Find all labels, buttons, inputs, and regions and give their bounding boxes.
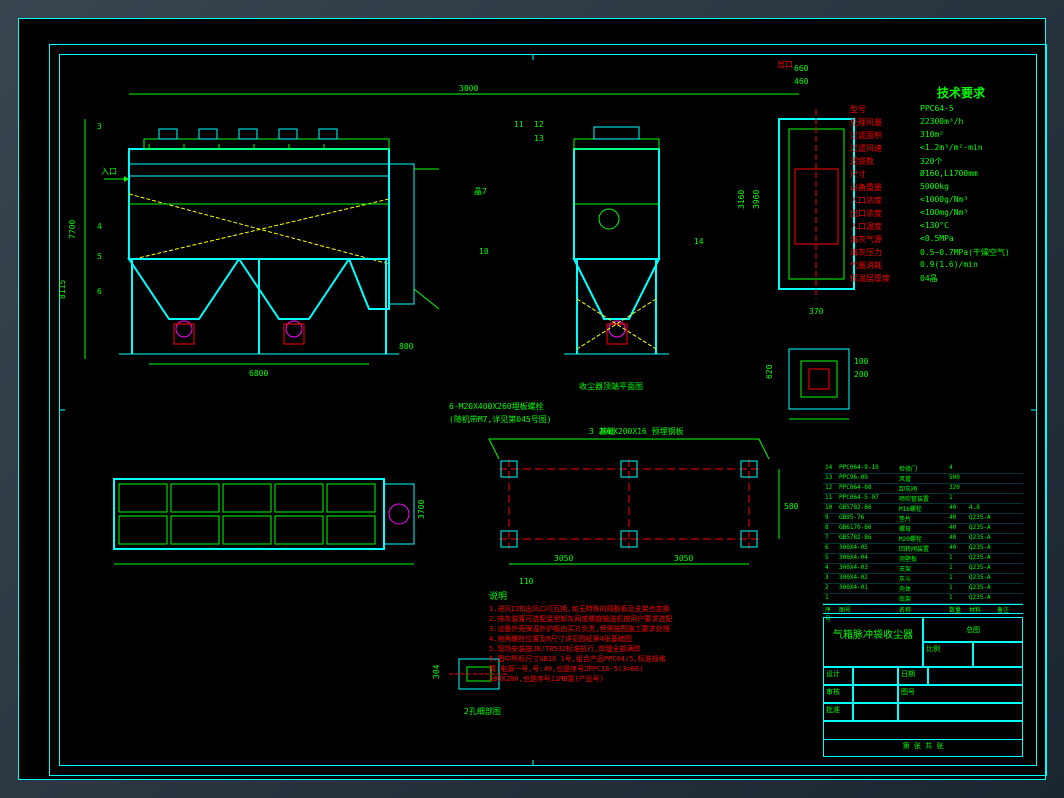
svg-text:出口: 出口 (777, 59, 793, 69)
svg-text:基础: 基础 (599, 426, 615, 436)
svg-text:3960: 3960 (752, 190, 761, 209)
svg-text:8115: 8115 (58, 280, 67, 299)
bom-table: 14PPC064-9-10检修门4 13PPC96-09风管500 12PPC0… (823, 464, 1023, 614)
bom-row: 12PPC064-08卸灰阀320 (823, 484, 1023, 494)
svg-text:11: 11 (514, 120, 524, 129)
svg-text:3050: 3050 (674, 554, 693, 563)
bolt-note2: (随机带M7,详见第045号图) (449, 414, 552, 424)
svg-text:460: 460 (794, 77, 809, 86)
svg-text:3700: 3700 (417, 500, 426, 519)
svg-text:4: 4 (97, 222, 102, 231)
cad-canvas: 入口 3000 7700 8115 6800 800 3 4 5 6 11 12… (18, 18, 1046, 780)
svg-text:200: 200 (854, 370, 869, 379)
bom-row: 8GB6170-86螺母40Q235-A (823, 524, 1023, 534)
svg-text:580: 580 (784, 502, 799, 511)
svg-text:13: 13 (534, 134, 544, 143)
bom-row: 2300X4-01壳体1Q235-A (823, 584, 1023, 594)
bom-row: 10GB5782-86M16螺栓404.8 (823, 504, 1023, 514)
svg-text:2孔细部图: 2孔细部图 (464, 706, 501, 716)
svg-text:304: 304 (432, 664, 441, 679)
bom-row: 9GB95-76垫片40Q235-A (823, 514, 1023, 524)
svg-text:800: 800 (399, 342, 414, 351)
title-block: 气箱脉冲袋收尘器 总图 比例 设计 日期 审核 图号 批准 第 张 共 张 (823, 617, 1023, 757)
svg-text:660: 660 (794, 64, 809, 73)
top-view: 3700 (114, 479, 426, 564)
svg-text:收尘器顶端平面图: 收尘器顶端平面图 (579, 381, 643, 391)
main-dims: 3000 7700 8115 6800 800 3 4 5 6 11 12 13… (58, 84, 799, 378)
svg-text:3000: 3000 (459, 84, 478, 93)
svg-text:3050: 3050 (554, 554, 573, 563)
bolt-note: 6-M20X400X260埋板螺栓 (449, 401, 544, 411)
tech-req-title: 技术要求 (937, 84, 985, 101)
svg-text:3160: 3160 (737, 190, 746, 209)
inlet-label: 入口 (101, 167, 117, 176)
bom-row: 14PPC064-9-10检修门4 (823, 464, 1023, 474)
svg-text:3: 3 (97, 122, 102, 131)
svg-text:14: 14 (694, 237, 704, 246)
bom-row: 4300X4-03支架1Q235-A (823, 564, 1023, 574)
svg-text:6: 6 (97, 287, 102, 296)
main-elevation: 入口 (101, 129, 439, 354)
bom-row: 13PPC96-09风管500 (823, 474, 1023, 484)
bom-row: 7GB5782-86M20螺栓40Q235-A (823, 534, 1023, 544)
bom-row: 6300X4-05回转阀装置40Q235-A (823, 544, 1023, 554)
svg-text:6800: 6800 (249, 369, 268, 378)
svg-text:7700: 7700 (68, 220, 77, 239)
svg-text:100: 100 (854, 357, 869, 366)
svg-text:10: 10 (479, 247, 489, 256)
svg-text:12: 12 (534, 120, 544, 129)
bom-row: 3300X4-02灰斗1Q235-A (823, 574, 1023, 584)
side-elevation: 14 收尘器顶端平面图 (564, 127, 704, 391)
svg-text:110: 110 (519, 577, 534, 586)
svg-text:370: 370 (809, 307, 824, 316)
bom-row: 1底架1Q235-A (823, 594, 1023, 604)
spec-table: 型号PPC64·5 处理风量22300m³/h 过滤面积310m² 过滤风速<1… (850, 104, 1015, 286)
svg-text:晶7: 晶7 (474, 187, 487, 196)
svg-text:5: 5 (97, 252, 102, 261)
anchor-detail: 100 200 620 (765, 349, 869, 419)
svg-text:620: 620 (765, 364, 774, 379)
bom-row: 5300X4-04壳壁板1Q235-A (823, 554, 1023, 564)
notes-block: 说明 1.进风口和出风口可互换,如无特殊的隔板板及支架也变换 2.排灰装置可选配… (489, 592, 829, 684)
plan-view: 3960 3160 370 (737, 109, 854, 316)
bom-row: 11PPC064-5-07喷吹管装置1 (823, 494, 1023, 504)
foundation-plan: 3050 3050 110 580 3 200X200X16 预埋钢板 (489, 426, 799, 586)
